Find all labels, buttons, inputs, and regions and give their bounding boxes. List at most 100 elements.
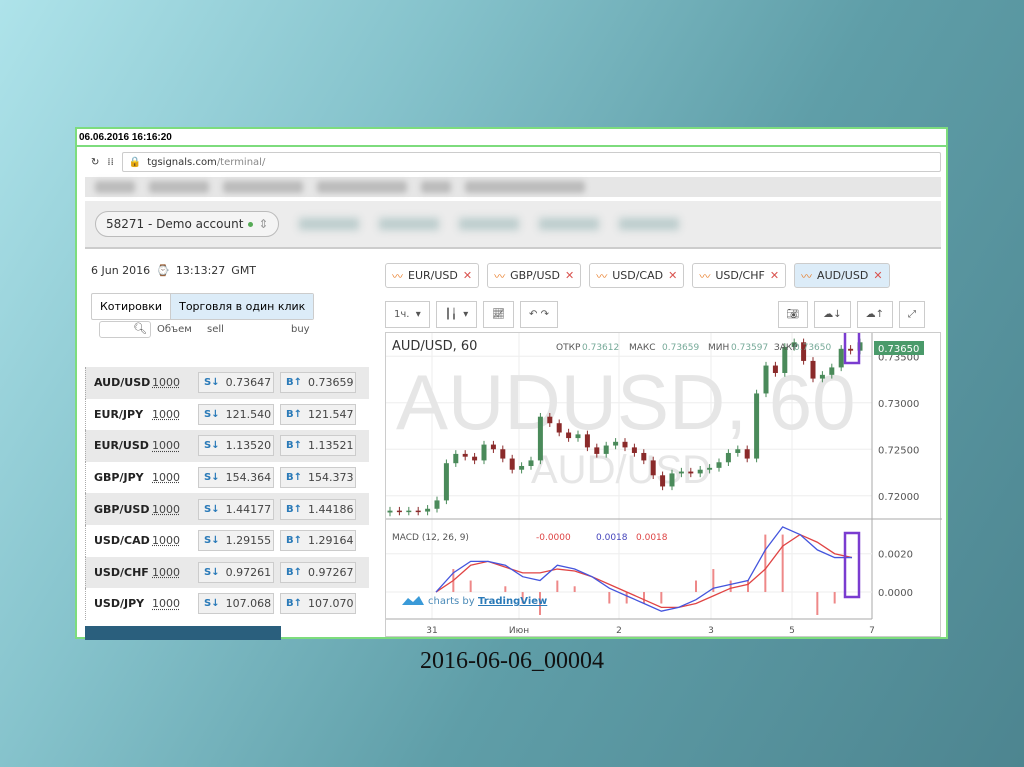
watch-icon: ⌚ — [156, 264, 170, 277]
volume[interactable]: 1000 — [152, 439, 198, 452]
fullscreen-button[interactable]: ⤢ — [899, 301, 925, 328]
tab-one-click[interactable]: Торговля в один клик — [170, 294, 314, 319]
chart-tab[interactable]: 〰 AUD/USD ✕ — [794, 263, 890, 288]
macd-value: 0.0018 — [596, 533, 628, 543]
volume[interactable]: 1000 — [152, 566, 198, 579]
buy-button[interactable]: B↑ 0.97267 — [280, 561, 356, 583]
volume[interactable]: 1000 — [152, 534, 198, 547]
buy-button[interactable]: B↑ 1.29164 — [280, 530, 356, 552]
volume[interactable]: 1000 — [152, 376, 198, 389]
sell-button[interactable]: S↓ 154.364 — [198, 467, 274, 489]
histogram-bar — [556, 580, 559, 593]
sell-button[interactable]: S↓ 1.29155 — [198, 530, 274, 552]
screenshot-button[interactable]: 📷︎ — [777, 301, 809, 328]
buy-price: 0.73659 — [308, 376, 354, 390]
histogram-bar — [833, 592, 836, 604]
indicators-button[interactable]: 📈︎ — [483, 301, 514, 328]
chart-toolbar: 1ч. ▾ ┃╽ ▾ 📈︎ ↶ ↷ 📷︎ ☁↓ ☁↑ ⤢ — [385, 301, 925, 329]
volume[interactable]: 1000 — [152, 471, 198, 484]
header-buy: buy — [291, 324, 310, 335]
tradingview-link[interactable]: TradingView — [478, 596, 547, 607]
candle — [500, 449, 506, 459]
save-button[interactable]: ☁↑ — [856, 301, 893, 328]
fullscreen-icon: ⤢ — [908, 309, 916, 320]
interval-select[interactable]: 1ч. ▾ — [385, 301, 430, 328]
candle — [678, 471, 684, 474]
chart-tab[interactable]: 〰 USD/CHF ✕ — [692, 263, 787, 288]
sell-button[interactable]: S↓ 0.97261 — [198, 561, 274, 583]
buy-button[interactable]: B↑ 107.070 — [280, 593, 356, 615]
quote-row: EUR/JPY 1000 S↓ 121.540 B↑ 121.547 — [85, 398, 369, 431]
y-tick-label: 0.72000 — [878, 492, 919, 503]
search-input[interactable]: 🔍︎ — [99, 321, 151, 338]
sell-button[interactable]: S↓ 121.540 — [198, 403, 274, 425]
close-icon[interactable]: ✕ — [463, 269, 472, 282]
chart-type-select[interactable]: ┃╽ ▾ — [435, 301, 478, 328]
candle — [660, 475, 666, 487]
chart-tab[interactable]: 〰 USD/CAD ✕ — [589, 263, 685, 288]
chart-tab-label: EUR/USD — [408, 269, 458, 282]
volume[interactable]: 1000 — [152, 597, 198, 610]
symbol: GBP/JPY — [94, 471, 144, 485]
candle — [453, 453, 459, 464]
load-button[interactable]: ☁↓ — [814, 301, 851, 328]
close-icon[interactable]: ✕ — [565, 269, 574, 282]
tab-quotes[interactable]: Котировки — [92, 294, 170, 319]
panel-footer — [85, 626, 281, 640]
candle — [744, 449, 750, 459]
y-tick-label: 0.72500 — [878, 445, 919, 456]
sell-button[interactable]: S↓ 0.73647 — [198, 372, 274, 394]
address-bar[interactable]: ↻ ⁞⁞ 🔒 tgsignals.com/terminal/ — [85, 151, 941, 173]
histogram-bar — [643, 592, 645, 604]
candle — [763, 365, 769, 394]
buy-icon: B↑ — [286, 408, 303, 420]
buy-button[interactable]: B↑ 1.44186 — [280, 498, 356, 520]
close-icon[interactable]: ✕ — [770, 269, 779, 282]
candle — [509, 458, 515, 470]
buy-button[interactable]: B↑ 0.73659 — [280, 372, 356, 394]
quote-row: USD/CHF 1000 S↓ 0.97261 B↑ 0.97267 — [85, 556, 369, 589]
buy-button[interactable]: B↑ 121.547 — [280, 403, 356, 425]
url-field[interactable]: 🔒 tgsignals.com/terminal/ — [121, 152, 941, 172]
symbol: USD/CAD — [94, 534, 150, 548]
redo-icon: ↷ — [540, 309, 549, 320]
candle — [697, 469, 703, 474]
date: 6 Jun 2016 — [91, 264, 151, 277]
chart-tab-label: AUD/USD — [817, 269, 869, 282]
apps-icon[interactable]: ⁞⁞ — [107, 157, 113, 168]
chart-svg: 0.735000.730000.725000.7200031 Июн 2 3 5 7AUD… — [386, 325, 942, 636]
header-sell: sell — [207, 324, 224, 335]
candle — [650, 460, 656, 476]
candle — [838, 348, 844, 368]
x-tick-label: 2 — [616, 626, 622, 636]
chart-tab[interactable]: 〰 EUR/USD ✕ — [385, 263, 480, 288]
sell-button[interactable]: S↓ 1.44177 — [198, 498, 274, 520]
buy-button[interactable]: B↑ 154.373 — [280, 467, 356, 489]
volume[interactable]: 1000 — [152, 503, 198, 516]
undo-redo[interactable]: ↶ ↷ — [519, 301, 558, 328]
histogram-bar — [747, 580, 749, 593]
account-selector[interactable]: 58271 - Demo account ⇕ — [95, 211, 280, 237]
updown-icon: ⇕ — [258, 217, 269, 231]
chart-title: AUD/USD, 60 — [392, 339, 477, 354]
candle — [406, 510, 412, 513]
quote-row: GBP/USD 1000 S↓ 1.44177 B↑ 1.44186 — [85, 493, 369, 525]
reload-icon[interactable]: ↻ — [91, 157, 99, 168]
price-chart[interactable]: 0.73500 0.73000 0.72500 0.72000 31 Июн 2 3 5 7 AUD… — [385, 325, 942, 637]
candle — [396, 510, 402, 513]
histogram-bar — [816, 592, 819, 615]
volume[interactable]: 1000 — [152, 408, 198, 421]
candle — [575, 434, 581, 439]
buy-button[interactable]: B↑ 1.13521 — [280, 435, 356, 457]
close-icon[interactable]: ✕ — [873, 269, 882, 282]
sell-button[interactable]: S↓ 1.13520 — [198, 435, 274, 457]
sell-button[interactable]: S↓ 107.068 — [198, 593, 274, 615]
symbol: USD/JPY — [94, 597, 145, 611]
chart-tab[interactable]: 〰 GBP/USD ✕ — [487, 263, 582, 288]
time: 13:13:27 — [175, 264, 226, 277]
close-icon[interactable]: ✕ — [668, 269, 677, 282]
histogram-bar — [764, 534, 767, 593]
ohlc-low: 0.73597 — [731, 343, 768, 353]
candle — [848, 348, 854, 351]
ohlc-low_label: МИН — [708, 343, 729, 353]
